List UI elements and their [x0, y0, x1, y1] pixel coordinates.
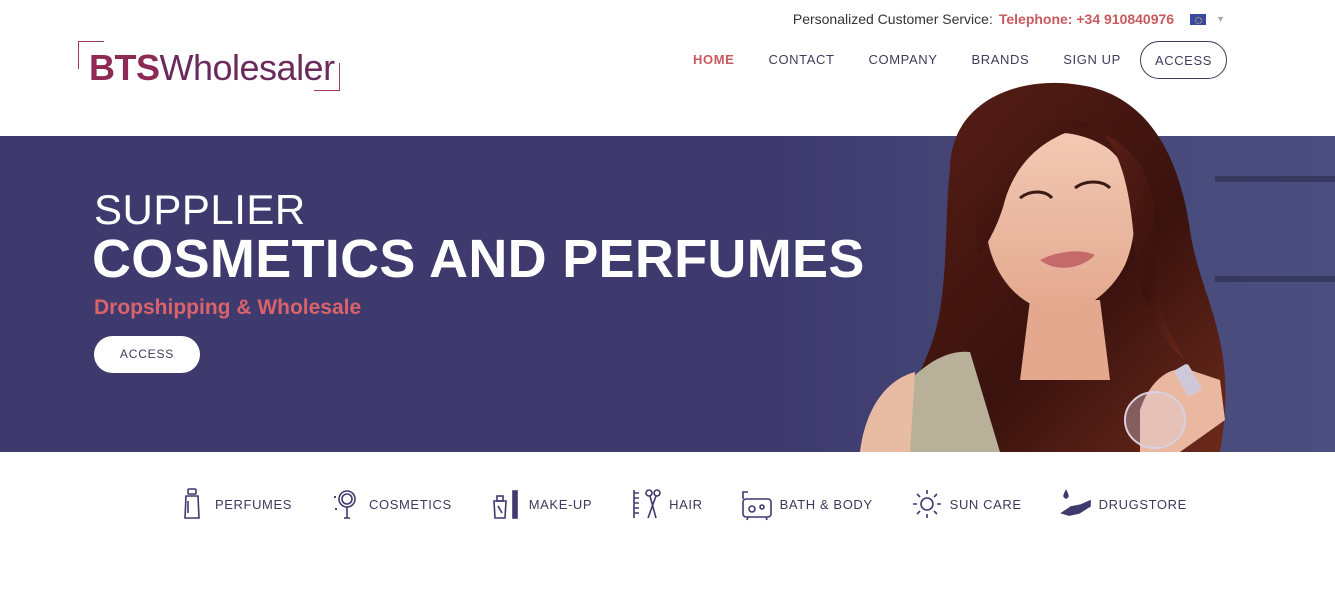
phone-link[interactable]: Telephone: +34 910840976 — [999, 11, 1174, 27]
nav-company[interactable]: COMPANY — [852, 41, 955, 79]
category-bar: PERFUMES COSMETICS MAKE-UP HAIR BATH & B… — [175, 486, 1224, 522]
nav-brands[interactable]: BRANDS — [955, 41, 1047, 79]
hero-kicker: SUPPLIER — [94, 186, 306, 233]
service-label: Personalized Customer Service: — [792, 11, 993, 27]
nav-home[interactable]: HOME — [676, 41, 751, 79]
category-label: HAIR — [669, 496, 703, 512]
comb-scissors-icon — [633, 489, 661, 519]
mirror-icon — [334, 490, 356, 519]
chevron-down-icon[interactable]: ▼ — [1216, 14, 1225, 24]
hero-subtitle: Dropshipping & Wholesale — [94, 296, 362, 319]
hero-title: COSMETICS AND PERFUMES — [92, 229, 865, 289]
nail-polish-icon — [492, 490, 518, 519]
perfume-bottle-icon — [184, 488, 200, 519]
nav-contact[interactable]: CONTACT — [751, 41, 851, 79]
category-hair[interactable]: HAIR — [629, 486, 702, 522]
hero-access-button[interactable]: ACCESS — [94, 336, 200, 373]
bathtub-icon — [741, 491, 772, 521]
category-drugstore[interactable]: DRUGSTORE — [1059, 486, 1187, 522]
customer-service-bar: Personalized Customer Service: Telephone… — [793, 11, 1225, 27]
logo-text: BTSWholesaler — [89, 47, 335, 88]
category-cosmetics[interactable]: COSMETICS — [329, 486, 452, 522]
nav-access-button[interactable]: ACCESS — [1139, 41, 1227, 79]
category-label: BATH & BODY — [779, 496, 873, 512]
category-label: SUN CARE — [949, 496, 1022, 512]
sun-icon — [912, 490, 941, 518]
category-perfumes[interactable]: PERFUMES — [175, 486, 292, 522]
category-make-up[interactable]: MAKE-UP — [489, 486, 592, 522]
main-nav: HOME CONTACT COMPANY BRANDS SIGN UP ACCE… — [676, 41, 1227, 79]
category-bath-body[interactable]: BATH & BODY — [740, 486, 873, 522]
eu-flag-icon[interactable] — [1190, 13, 1207, 25]
nav-sign-up[interactable]: SIGN UP — [1046, 41, 1138, 79]
category-label: PERFUMES — [215, 496, 293, 512]
category-sun-care[interactable]: SUN CARE — [910, 486, 1022, 522]
category-label: DRUGSTORE — [1098, 496, 1187, 512]
category-label: MAKE-UP — [528, 496, 593, 512]
category-label: COSMETICS — [369, 496, 452, 512]
hand-drop-icon — [1059, 489, 1091, 516]
woman-with-perfume-image — [860, 82, 1226, 452]
site-logo[interactable]: BTSWholesaler — [78, 41, 340, 91]
